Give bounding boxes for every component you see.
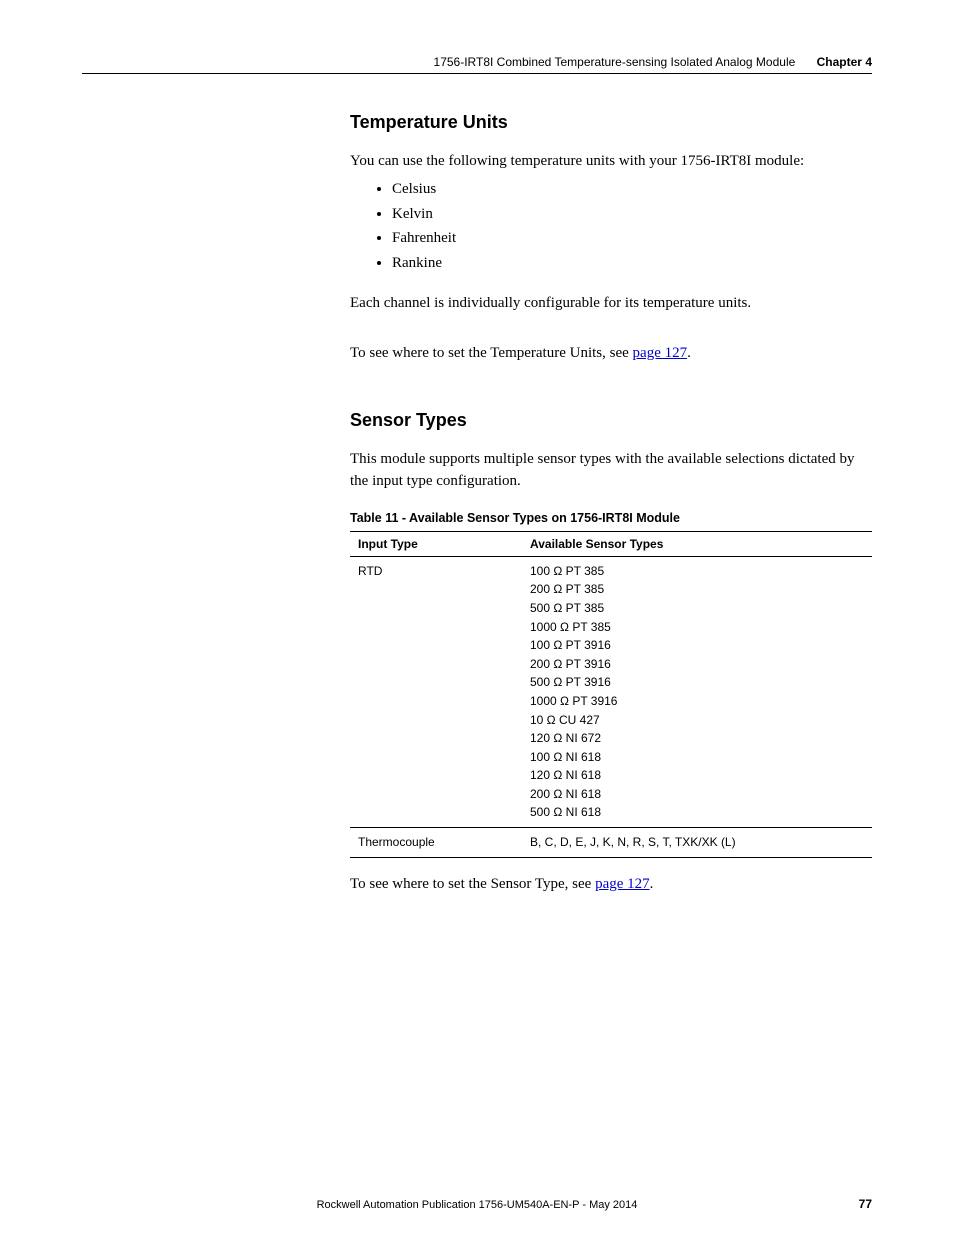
sensor-value: 10 Ω CU 427 (530, 711, 864, 730)
sensor-value: 500 Ω PT 385 (530, 599, 864, 618)
temp-units-list: Celsius Kelvin Fahrenheit Rankine (350, 179, 872, 275)
table-header: Available Sensor Types (522, 531, 872, 556)
table-header: Input Type (350, 531, 522, 556)
table-row: Thermocouple B, C, D, E, J, K, N, R, S, … (350, 828, 872, 858)
temp-units-para2: Each channel is individually configurabl… (350, 293, 872, 315)
text-fragment: To see where to set the Sensor Type, see (350, 876, 595, 892)
header-chapter: Chapter 4 (817, 55, 872, 69)
sensor-value: 120 Ω NI 672 (530, 729, 864, 748)
sensor-value: 120 Ω NI 618 (530, 766, 864, 785)
sensor-value: 200 Ω PT 385 (530, 580, 864, 599)
sensor-value: 500 Ω PT 3916 (530, 673, 864, 692)
table-header-row: Input Type Available Sensor Types (350, 531, 872, 556)
sensor-types-table: Input Type Available Sensor Types RTD 10… (350, 531, 872, 858)
sensor-types-intro: This module supports multiple sensor typ… (350, 449, 872, 493)
page-link-127[interactable]: page 127 (595, 876, 650, 892)
sensor-value: 100 Ω PT 385 (530, 562, 864, 581)
main-content: Temperature Units You can use the follow… (350, 112, 872, 895)
sensor-value: B, C, D, E, J, K, N, R, S, T, TXK/XK (L) (530, 833, 864, 852)
spacer (350, 370, 872, 410)
page-number: 77 (859, 1197, 872, 1211)
sensor-value: 100 Ω NI 618 (530, 748, 864, 767)
sensor-types-para2: To see where to set the Sensor Type, see… (350, 874, 872, 896)
table-title: Table 11 - Available Sensor Types on 175… (350, 511, 872, 525)
list-item: Rankine (392, 253, 872, 275)
table-row: RTD 100 Ω PT 385 200 Ω PT 385 500 Ω PT 3… (350, 556, 872, 827)
cell-input-type: Thermocouple (350, 828, 522, 858)
temp-units-para3: To see where to set the Temperature Unit… (350, 343, 872, 365)
heading-sensor-types: Sensor Types (350, 410, 872, 431)
cell-input-type: RTD (350, 556, 522, 827)
page-link-127[interactable]: page 127 (633, 345, 688, 361)
footer-publication: Rockwell Automation Publication 1756-UM5… (82, 1199, 872, 1211)
sensor-value: 500 Ω NI 618 (530, 803, 864, 822)
spacer (350, 321, 872, 343)
temp-units-intro: You can use the following temperature un… (350, 151, 872, 173)
sensor-value: 1000 Ω PT 385 (530, 618, 864, 637)
sensor-value: 100 Ω PT 3916 (530, 636, 864, 655)
text-fragment: To see where to set the Temperature Unit… (350, 345, 633, 361)
header-text: 1756-IRT8I Combined Temperature-sensing … (434, 55, 872, 69)
header-breadcrumb: 1756-IRT8I Combined Temperature-sensing … (434, 55, 796, 69)
cell-sensor-types: 100 Ω PT 385 200 Ω PT 385 500 Ω PT 385 1… (522, 556, 872, 827)
page-header: 1756-IRT8I Combined Temperature-sensing … (82, 55, 872, 74)
list-item: Fahrenheit (392, 228, 872, 250)
sensor-value: 1000 Ω PT 3916 (530, 692, 864, 711)
text-fragment: . (650, 876, 654, 892)
sensor-value: 200 Ω PT 3916 (530, 655, 864, 674)
cell-sensor-types: B, C, D, E, J, K, N, R, S, T, TXK/XK (L) (522, 828, 872, 858)
text-fragment: . (687, 345, 691, 361)
sensor-value: 200 Ω NI 618 (530, 785, 864, 804)
document-page: 1756-IRT8I Combined Temperature-sensing … (0, 0, 954, 1235)
heading-temperature-units: Temperature Units (350, 112, 872, 133)
list-item: Kelvin (392, 204, 872, 226)
list-item: Celsius (392, 179, 872, 201)
